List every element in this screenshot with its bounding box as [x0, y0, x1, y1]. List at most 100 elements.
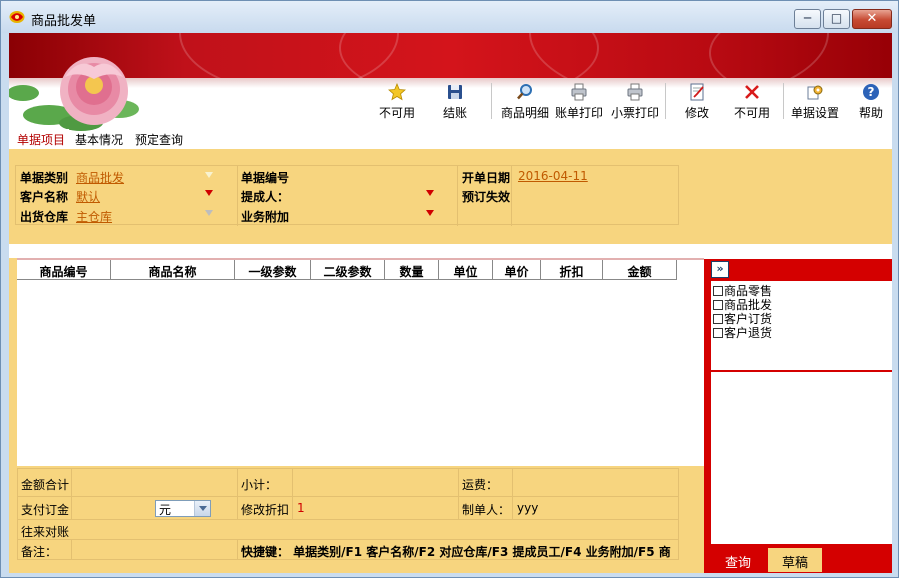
doc-number-label: 单据编号	[241, 171, 290, 185]
option-label: 客户退货	[724, 326, 773, 340]
business-extra-dropdown-icon[interactable]	[423, 207, 437, 219]
grid-header: 商品编号 商品名称 一级参数 二级参数 数量 单位 单价 折扣 金额	[17, 260, 677, 280]
proposer-dropdown-icon[interactable]	[423, 187, 437, 199]
discount-value[interactable]: 1	[297, 501, 305, 515]
total-amount-label: 金额合计	[21, 478, 70, 492]
maximize-button[interactable]: □	[823, 9, 850, 29]
summary-row-3: 往来对账	[18, 520, 678, 540]
red-x-icon	[745, 85, 759, 99]
checkout-button[interactable]: 结账	[427, 83, 483, 120]
toolbar-separator	[783, 83, 784, 119]
currency-value: 元	[159, 503, 172, 517]
doc-type-checklist: 商品零售 商品批发 客户订货 客户退货	[711, 281, 892, 370]
expand-panel-button[interactable]: »	[711, 261, 729, 278]
minimize-button[interactable]: ─	[794, 9, 821, 29]
toolbar-label: 不可用	[378, 106, 415, 120]
warehouse-value[interactable]: 主仓库	[76, 208, 112, 225]
col-product-name[interactable]: 商品名称	[111, 260, 235, 280]
customer-dropdown-icon[interactable]	[202, 187, 216, 199]
close-button[interactable]: ✕	[852, 9, 892, 29]
doc-settings-button[interactable]: 单据设置	[787, 83, 843, 120]
customer-label: 客户名称	[20, 190, 69, 204]
bill-print-button[interactable]: 账单打印	[551, 83, 607, 120]
remark-label: 备注：	[21, 545, 58, 559]
doc-header-form: 单据类别 商品批发 客户名称 默认 出货仓库 主仓库 单据编号 提成人： 业务附…	[9, 149, 892, 244]
result-list[interactable]	[711, 372, 892, 544]
maker-label: 制单人：	[462, 503, 511, 517]
tab-basic-info[interactable]: 基本情况	[71, 129, 127, 149]
tab-reservation-query[interactable]: 预定查询	[131, 129, 187, 149]
doc-type-value[interactable]: 商品批发	[76, 169, 124, 186]
window-title: 商品批发单	[31, 14, 97, 29]
title-bar[interactable]: 商品批发单 ─ □ ✕	[1, 1, 898, 33]
minimize-icon: ─	[803, 11, 812, 25]
col-quantity[interactable]: 数量	[385, 260, 439, 280]
grid-top-stripe	[9, 244, 704, 258]
summary-table: 金额合计 小计： 运费： 支付订金 元 修改折扣 1 制单人： yyy 往来对账…	[17, 468, 679, 560]
svg-text:?: ?	[868, 85, 875, 99]
maximize-icon: □	[830, 11, 843, 25]
account-reconcile-label: 往来对账	[21, 525, 70, 539]
product-detail-button[interactable]: 商品明细	[497, 83, 553, 120]
toolbar-label: 结账	[442, 106, 467, 120]
toolbar-label: 不可用	[733, 106, 770, 120]
checkbox-icon[interactable]	[713, 300, 723, 310]
tab-query[interactable]: 查询	[718, 548, 758, 572]
col-unit[interactable]: 单位	[439, 260, 493, 280]
col-param-2[interactable]: 二级参数	[311, 260, 385, 280]
open-date-value[interactable]: 2016-04-11	[518, 169, 588, 183]
business-extra-label: 业务附加	[241, 210, 290, 224]
discount-label: 修改折扣	[241, 503, 290, 517]
col-amount[interactable]: 金额	[603, 260, 677, 280]
items-grid[interactable]: 商品编号 商品名称 一级参数 二级参数 数量 单位 单价 折扣 金额	[17, 258, 704, 466]
warehouse-dropdown-icon[interactable]	[202, 207, 216, 219]
star-icon	[388, 83, 406, 101]
tab-strip: 单据项目 基本情况 预定查询	[9, 127, 892, 149]
chevron-down-icon[interactable]	[194, 501, 210, 516]
warehouse-label: 出货仓库	[20, 210, 69, 224]
tab-doc-items[interactable]: 单据项目	[13, 129, 70, 149]
customer-value[interactable]: 默认	[76, 188, 100, 205]
option-customer-return[interactable]: 客户退货	[713, 324, 772, 341]
subtotal-label: 小计：	[241, 478, 278, 492]
checkbox-icon[interactable]	[713, 314, 723, 324]
summary-row-1: 金额合计 小计： 运费：	[18, 469, 678, 497]
toolbar-label: 单据设置	[790, 106, 839, 120]
doc-type-dropdown-icon[interactable]	[202, 169, 216, 181]
col-discount[interactable]: 折扣	[541, 260, 603, 280]
app-window: 商品批发单 ─ □ ✕ 不可用 结账 商品明细 账单打印 小票打印 修改 不可用…	[0, 0, 899, 578]
toolbar-label: 账单打印	[554, 106, 603, 120]
shortcut-keys-text: 快捷键： 单据类别/F1 客户名称/F2 对应仓库/F3 提成员工/F4 业务附…	[241, 545, 671, 559]
modify-button[interactable]: 修改	[669, 83, 725, 120]
save-disk-icon	[448, 85, 462, 99]
currency-select[interactable]: 元	[155, 500, 211, 517]
help-button[interactable]: ? 帮助	[843, 83, 892, 120]
summary-row-4: 备注： 快捷键： 单据类别/F1 客户名称/F2 对应仓库/F3 提成员工/F4…	[18, 540, 678, 560]
reservation-expire-label: 预订失效	[462, 190, 511, 204]
unavailable-button-2[interactable]: 不可用	[724, 83, 780, 120]
toolbar-separator	[491, 83, 492, 119]
proposer-label: 提成人：	[241, 190, 290, 204]
col-product-code[interactable]: 商品编号	[17, 260, 111, 280]
open-date-label: 开单日期	[462, 171, 511, 185]
tab-draft[interactable]: 草稿	[768, 548, 822, 572]
col-param-1[interactable]: 一级参数	[235, 260, 311, 280]
toolbar-separator	[665, 83, 666, 119]
deposit-label: 支付订金	[21, 503, 70, 517]
receipt-print-button[interactable]: 小票打印	[607, 83, 663, 120]
freight-label: 运费：	[462, 478, 499, 492]
col-unit-price[interactable]: 单价	[493, 260, 541, 280]
edit-document-icon	[690, 83, 704, 101]
printer-icon	[627, 83, 643, 101]
toolbar-label: 商品明细	[500, 106, 549, 120]
unavailable-button-1[interactable]: 不可用	[369, 83, 425, 120]
magnifier-icon	[517, 84, 532, 100]
form-grid: 单据类别 商品批发 客户名称 默认 出货仓库 主仓库 单据编号 提成人： 业务附…	[15, 165, 679, 226]
checkbox-icon[interactable]	[713, 328, 723, 338]
toolbar-label: 修改	[684, 106, 709, 120]
client-area: 不可用 结账 商品明细 账单打印 小票打印 修改 不可用 单据设置 ? 帮助 单…	[9, 33, 892, 573]
items-section: 商品编号 商品名称 一级参数 二级参数 数量 单位 单价 折扣 金额 金额合计 …	[9, 244, 704, 573]
toolbar-label: 小票打印	[610, 106, 659, 120]
doc-type-label: 单据类别	[20, 171, 69, 185]
checkbox-icon[interactable]	[713, 286, 723, 296]
